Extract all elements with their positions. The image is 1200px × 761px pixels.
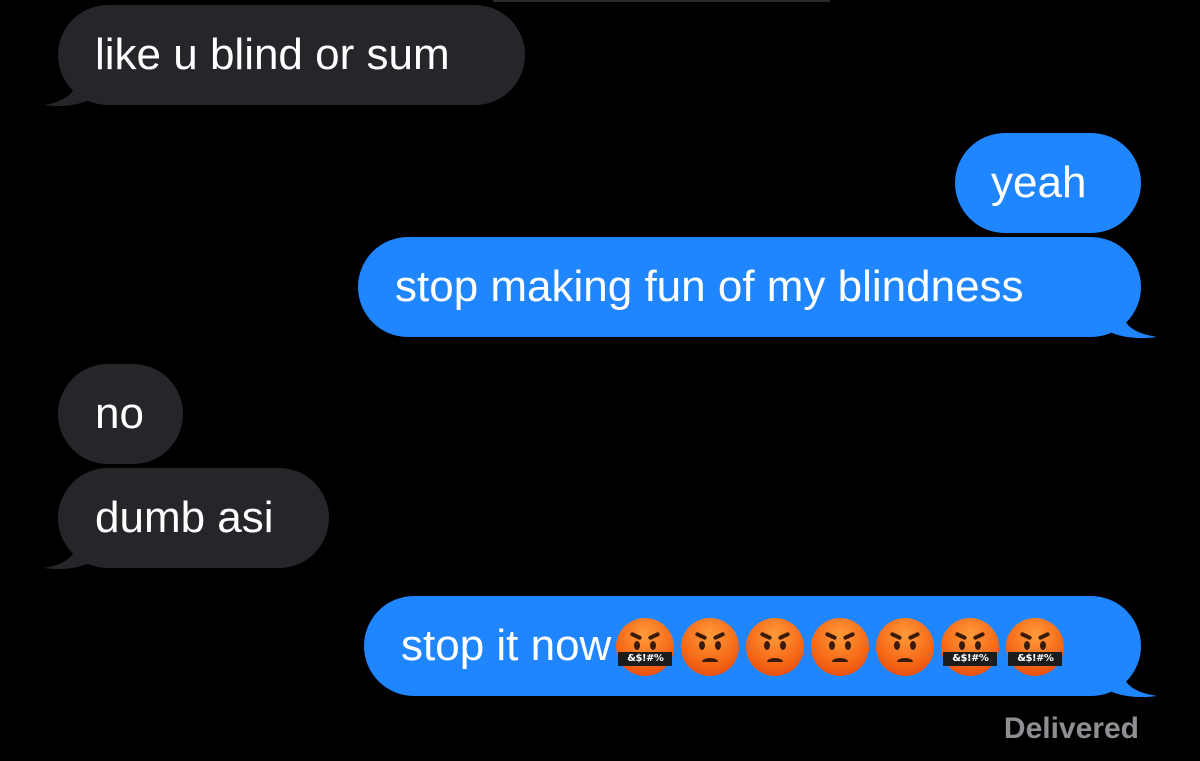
symbols-band: &$!#% (618, 652, 673, 666)
message-text: dumb asi (95, 493, 274, 542)
symbols-band: &$!#% (1008, 652, 1063, 666)
eyebrow (695, 631, 708, 641)
eyebrow (778, 631, 791, 641)
eye (1024, 641, 1031, 650)
eyebrow (955, 631, 968, 641)
pouting-face-icon (681, 618, 740, 676)
message-text: stop it now (401, 621, 612, 670)
eyebrow (973, 631, 986, 641)
eye (894, 641, 901, 650)
message-bubble-incoming[interactable]: dumb asi (44, 468, 329, 570)
eye (1040, 641, 1047, 650)
message-bubble-outgoing[interactable]: stop it now &$!#% &$!#% &$!#% (364, 596, 1157, 698)
pouting-face-icon (876, 618, 935, 676)
face-with-symbols-on-mouth-icon: &$!#% (1006, 618, 1065, 676)
eye (910, 641, 917, 650)
face-with-symbols-on-mouth-icon: &$!#% (941, 618, 1000, 676)
eye (829, 641, 836, 650)
eyebrow (648, 631, 661, 641)
eyebrow (760, 631, 773, 641)
eyebrow (1038, 631, 1051, 641)
conversation-top-divider (493, 0, 830, 2)
message-bubble-outgoing[interactable]: yeah (955, 133, 1141, 233)
eyebrow (630, 631, 643, 641)
pouting-face-icon (811, 618, 870, 676)
mouth (767, 658, 784, 666)
eye (634, 641, 641, 650)
emoji-row: &$!#% &$!#% &$!#% (616, 596, 1071, 696)
eyebrow (890, 631, 903, 641)
face-with-symbols-on-mouth-icon: &$!#% (616, 618, 675, 676)
eye (715, 641, 722, 650)
eye (845, 641, 852, 650)
eye (699, 641, 706, 650)
message-text: yeah (991, 158, 1087, 207)
mouth (702, 658, 719, 666)
eye (650, 641, 657, 650)
mouth (832, 658, 849, 666)
bubble-tail-left (44, 67, 104, 107)
message-text: stop making fun of my blindness (395, 262, 1024, 311)
eyebrow (843, 631, 856, 641)
bubble-tail-right (1095, 658, 1157, 698)
eye (975, 641, 982, 650)
eye (959, 641, 966, 650)
eyebrow (825, 631, 838, 641)
eyebrow (713, 631, 726, 641)
eye (780, 641, 787, 650)
bubble-tail-left (44, 530, 104, 570)
eye (764, 641, 771, 650)
message-text: like u blind or sum (95, 30, 450, 79)
pouting-face-icon (746, 618, 805, 676)
message-bubble-incoming[interactable]: no (58, 364, 183, 464)
eyebrow (908, 631, 921, 641)
symbols-band: &$!#% (943, 652, 998, 666)
message-bubble-incoming[interactable]: like u blind or sum (44, 5, 525, 107)
bubble-tail-right (1095, 299, 1157, 339)
message-text: no (95, 389, 144, 438)
eyebrow (1020, 631, 1033, 641)
mouth (897, 658, 914, 666)
delivery-status: Delivered (1003, 712, 1139, 745)
message-bubble-outgoing[interactable]: stop making fun of my blindness (358, 237, 1157, 339)
